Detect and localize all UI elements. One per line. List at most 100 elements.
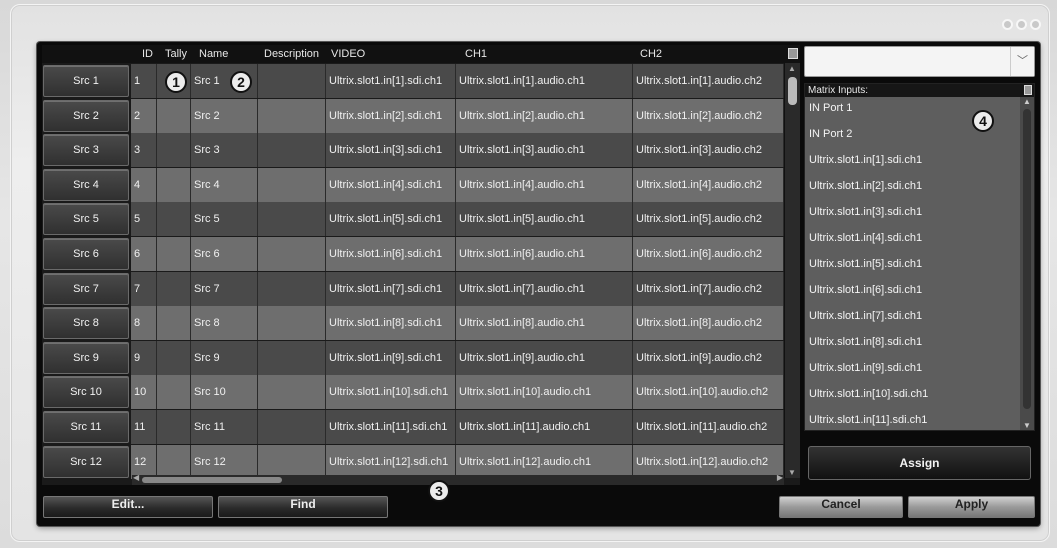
table-row[interactable]: Src 12 12 Src 12 Ultrix.slot1.in[12].sdi.ch… — [42, 444, 784, 479]
source-button[interactable]: Src 4 — [43, 168, 129, 201]
table-row[interactable]: Src 1 1 Src 1 Ultrix.slot1.in[1].sdi.ch1 Ult… — [42, 64, 784, 98]
column-header-id[interactable]: ID — [142, 48, 153, 60]
cell-ch1[interactable]: Ultrix.slot1.in[12].audio.ch1 — [456, 444, 633, 479]
source-button[interactable]: Src 5 — [43, 203, 129, 236]
cell-video[interactable]: Ultrix.slot1.in[11].sdi.ch1 — [326, 410, 456, 444]
column-header-name[interactable]: Name — [199, 48, 228, 60]
cell-video[interactable]: Ultrix.slot1.in[12].sdi.ch1 — [326, 444, 456, 479]
source-button[interactable]: Src 3 — [43, 134, 129, 167]
column-chooser-icon[interactable] — [788, 48, 798, 59]
table-row[interactable]: Src 11 11 Src 11 Ultrix.slot1.in[11].sdi.ch… — [42, 410, 784, 444]
cell-id[interactable]: 6 — [131, 237, 157, 271]
scroll-left-icon[interactable]: ◀ — [133, 473, 139, 482]
cell-ch2[interactable]: Ultrix.slot1.in[8].audio.ch2 — [633, 306, 784, 341]
cell-tally[interactable] — [157, 98, 191, 133]
cell-name[interactable]: Src 2 — [191, 98, 258, 133]
table-row[interactable]: Src 8 8 Src 8 Ultrix.slot1.in[8].sdi.ch1 Ult… — [42, 306, 784, 341]
source-button[interactable]: Src 11 — [43, 411, 129, 443]
column-header-ch2[interactable]: CH2 — [640, 48, 662, 60]
source-button[interactable]: Src 9 — [43, 341, 129, 374]
cell-description[interactable] — [258, 237, 326, 271]
cell-tally[interactable] — [157, 167, 191, 202]
list-item[interactable]: Ultrix.slot1.in[6].sdi.ch1 — [809, 284, 922, 296]
find-button[interactable]: Find — [218, 496, 388, 518]
cell-description[interactable] — [258, 375, 326, 410]
cell-video[interactable]: Ultrix.slot1.in[8].sdi.ch1 — [326, 306, 456, 341]
cell-ch2[interactable]: Ultrix.slot1.in[12].audio.ch2 — [633, 444, 784, 479]
source-button[interactable]: Src 1 — [43, 65, 129, 97]
source-button[interactable]: Src 2 — [43, 99, 129, 132]
cell-ch2[interactable]: Ultrix.slot1.in[5].audio.ch2 — [633, 202, 784, 237]
matrix-select-dropdown[interactable]: ﹀ — [804, 46, 1035, 77]
cell-description[interactable] — [258, 306, 326, 341]
cell-description[interactable] — [258, 64, 326, 98]
table-row[interactable]: Src 7 7 Src 7 Ultrix.slot1.in[7].sdi.ch1 Ult… — [42, 271, 784, 306]
list-item[interactable]: Ultrix.slot1.in[5].sdi.ch1 — [809, 258, 922, 270]
cell-name[interactable]: Src 3 — [191, 133, 258, 168]
cell-name[interactable]: Src 4 — [191, 167, 258, 202]
edit-button[interactable]: Edit... — [43, 496, 213, 518]
cell-id[interactable]: 11 — [131, 410, 157, 444]
cell-video[interactable]: Ultrix.slot1.in[4].sdi.ch1 — [326, 167, 456, 202]
list-item[interactable]: Ultrix.slot1.in[8].sdi.ch1 — [809, 336, 922, 348]
grid-horizontal-scrollbar[interactable]: ◀ ▶ — [132, 473, 784, 485]
cell-id[interactable]: 9 — [131, 340, 157, 375]
list-item[interactable]: Ultrix.slot1.in[11].sdi.ch1 — [809, 414, 927, 426]
chevron-down-icon[interactable]: ﹀ — [1010, 47, 1034, 76]
list-item[interactable]: Ultrix.slot1.in[7].sdi.ch1 — [809, 310, 922, 322]
cell-ch1[interactable]: Ultrix.slot1.in[8].audio.ch1 — [456, 306, 633, 341]
cell-video[interactable]: Ultrix.slot1.in[9].sdi.ch1 — [326, 340, 456, 375]
cell-video[interactable]: Ultrix.slot1.in[5].sdi.ch1 — [326, 202, 456, 237]
cell-name[interactable]: Src 10 — [191, 375, 258, 410]
table-row[interactable]: Src 4 4 Src 4 Ultrix.slot1.in[4].sdi.ch1 Ult… — [42, 167, 784, 202]
scroll-up-icon[interactable]: ▲ — [1023, 97, 1031, 106]
source-button[interactable]: Src 12 — [43, 445, 129, 478]
cell-ch2[interactable]: Ultrix.slot1.in[4].audio.ch2 — [633, 167, 784, 202]
cell-description[interactable] — [258, 340, 326, 375]
cell-id[interactable]: 10 — [131, 375, 157, 410]
list-item[interactable]: IN Port 1 — [809, 102, 852, 114]
list-item[interactable]: Ultrix.slot1.in[3].sdi.ch1 — [809, 206, 922, 218]
window-control-dot-2[interactable] — [1016, 19, 1027, 30]
cell-ch2[interactable]: Ultrix.slot1.in[3].audio.ch2 — [633, 133, 784, 168]
cell-tally[interactable] — [157, 340, 191, 375]
cell-ch1[interactable]: Ultrix.slot1.in[1].audio.ch1 — [456, 64, 633, 98]
cell-tally[interactable] — [157, 306, 191, 341]
list-item[interactable]: Ultrix.slot1.in[4].sdi.ch1 — [809, 232, 922, 244]
list-item[interactable]: Ultrix.slot1.in[10].sdi.ch1 — [809, 388, 928, 400]
column-header-ch1[interactable]: CH1 — [465, 48, 487, 60]
table-row[interactable]: Src 2 2 Src 2 Ultrix.slot1.in[2].sdi.ch1 Ult… — [42, 98, 784, 133]
scroll-right-icon[interactable]: ▶ — [777, 473, 783, 482]
table-row[interactable]: Src 9 9 Src 9 Ultrix.slot1.in[9].sdi.ch1 Ult… — [42, 340, 784, 375]
cell-ch1[interactable]: Ultrix.slot1.in[3].audio.ch1 — [456, 133, 633, 168]
cell-name[interactable]: Src 9 — [191, 340, 258, 375]
cell-ch1[interactable]: Ultrix.slot1.in[10].audio.ch1 — [456, 375, 633, 410]
cell-ch2[interactable]: Ultrix.slot1.in[7].audio.ch2 — [633, 271, 784, 306]
source-button[interactable]: Src 6 — [43, 238, 129, 270]
cell-tally[interactable] — [157, 237, 191, 271]
cell-video[interactable]: Ultrix.slot1.in[3].sdi.ch1 — [326, 133, 456, 168]
cell-ch2[interactable]: Ultrix.slot1.in[11].audio.ch2 — [633, 410, 784, 444]
cell-ch1[interactable]: Ultrix.slot1.in[9].audio.ch1 — [456, 340, 633, 375]
cell-description[interactable] — [258, 444, 326, 479]
cell-id[interactable]: 5 — [131, 202, 157, 237]
apply-button[interactable]: Apply — [908, 496, 1035, 518]
assign-button[interactable]: Assign — [808, 446, 1031, 480]
cell-ch1[interactable]: Ultrix.slot1.in[5].audio.ch1 — [456, 202, 633, 237]
source-button[interactable]: Src 8 — [43, 307, 129, 340]
table-row[interactable]: Src 10 10 Src 10 Ultrix.slot1.in[10].sdi.ch… — [42, 375, 784, 410]
cell-name[interactable]: Src 6 — [191, 237, 258, 271]
cell-tally[interactable] — [157, 410, 191, 444]
cell-description[interactable] — [258, 271, 326, 306]
cell-video[interactable]: Ultrix.slot1.in[2].sdi.ch1 — [326, 98, 456, 133]
cell-ch1[interactable]: Ultrix.slot1.in[7].audio.ch1 — [456, 271, 633, 306]
list-item[interactable]: Ultrix.slot1.in[1].sdi.ch1 — [809, 154, 922, 166]
cell-tally[interactable] — [157, 271, 191, 306]
cell-tally[interactable] — [157, 444, 191, 479]
cell-description[interactable] — [258, 133, 326, 168]
cell-ch1[interactable]: Ultrix.slot1.in[6].audio.ch1 — [456, 237, 633, 271]
cell-description[interactable] — [258, 202, 326, 237]
cell-name[interactable]: Src 11 — [191, 410, 258, 444]
cell-tally[interactable] — [157, 133, 191, 168]
cancel-button[interactable]: Cancel — [779, 496, 903, 518]
